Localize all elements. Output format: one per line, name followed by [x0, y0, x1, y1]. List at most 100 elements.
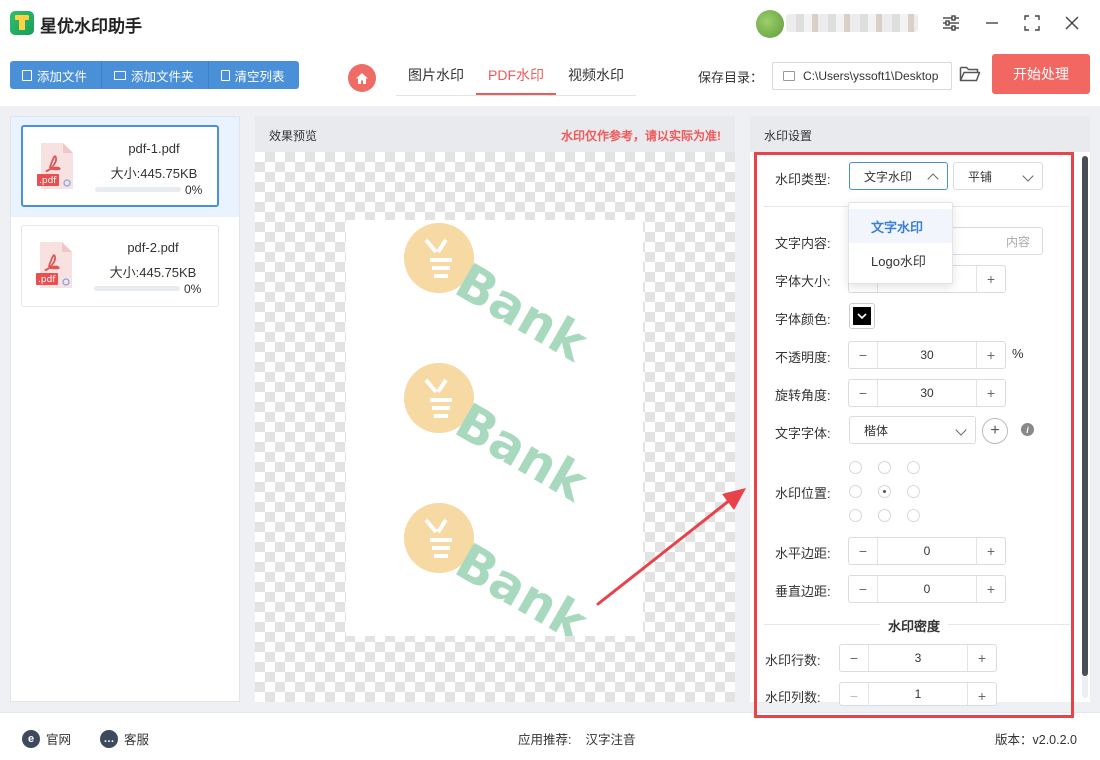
- increment-button[interactable]: +: [968, 683, 996, 705]
- add-file-button[interactable]: 添加文件: [10, 61, 103, 89]
- watermark-preview: Bank Bank Bank: [404, 223, 598, 636]
- username-blurred[interactable]: [786, 14, 918, 32]
- opacity-stepper[interactable]: − 30 +: [848, 341, 1006, 369]
- recommended-app-link[interactable]: 汉字注音: [585, 729, 635, 748]
- close-icon[interactable]: [1059, 10, 1085, 36]
- chevron-down-icon: [1022, 170, 1034, 182]
- preview-panel: 效果预览 水印仅作参考，请以实际为准! Bank Bank Bank: [255, 116, 735, 702]
- settings-scrollbar[interactable]: [1082, 156, 1088, 698]
- decrement-button[interactable]: −: [849, 538, 877, 564]
- rows-stepper[interactable]: − 3 +: [839, 644, 997, 672]
- increment-button[interactable]: +: [977, 380, 1005, 406]
- info-icon[interactable]: i: [1021, 423, 1034, 436]
- save-dir-field[interactable]: C:\Users\yssoft1\Desktop: [772, 62, 952, 90]
- clear-list-button[interactable]: 清空列表: [208, 61, 299, 89]
- file-list: .pdf pdf-1.pdf 大小:445.75KB 0% .pdf pdf-2…: [10, 116, 240, 702]
- position-option[interactable]: [907, 461, 920, 474]
- pdf-file-icon: .pdf: [37, 143, 73, 189]
- chevron-up-icon: [927, 173, 939, 185]
- chevron-down-icon: [955, 424, 967, 436]
- position-option[interactable]: [849, 461, 862, 474]
- font-color-label: 字体颜色:: [775, 312, 831, 327]
- file-name: pdf-1.pdf: [128, 141, 180, 156]
- app-title: 星优水印助手: [40, 17, 142, 36]
- increment-button[interactable]: +: [977, 266, 1005, 292]
- file-button-group: 添加文件 添加文件夹 清空列表: [10, 61, 299, 89]
- status-bar: e 官网 … 客服 应用推荐: 汉字注音 版本：v2.0.2.0: [0, 712, 1100, 760]
- opacity-unit: %: [1012, 346, 1024, 361]
- settings-title: 水印设置: [764, 129, 813, 143]
- rotation-stepper[interactable]: − 30 +: [848, 379, 1006, 407]
- position-option[interactable]: [849, 485, 862, 498]
- pdf-file-icon: .pdf: [36, 242, 72, 288]
- file-progress-text: 0%: [184, 282, 202, 296]
- home-icon: [356, 72, 368, 84]
- decrement-button[interactable]: −: [840, 683, 868, 705]
- watermark-text: Bank: [446, 392, 598, 513]
- folder-icon: [783, 71, 795, 81]
- position-option[interactable]: [878, 461, 891, 474]
- scroll-thumb[interactable]: [1082, 156, 1088, 676]
- title-bar: 星优水印助手: [0, 0, 1100, 46]
- watermark-position-label: 水印位置:: [775, 486, 831, 501]
- tab-video-watermark[interactable]: 视频水印: [556, 58, 636, 95]
- save-dir-value: C:\Users\yssoft1\Desktop: [803, 69, 939, 83]
- website-link[interactable]: e 官网: [22, 729, 71, 748]
- vertical-margin-label: 垂直边距:: [775, 584, 831, 599]
- add-folder-button[interactable]: 添加文件夹: [102, 61, 209, 89]
- chat-icon: …: [100, 729, 118, 748]
- start-process-button[interactable]: 开始处理: [992, 54, 1090, 94]
- decrement-button[interactable]: −: [849, 380, 877, 406]
- user-avatar[interactable]: [756, 10, 784, 38]
- watermark-type-select[interactable]: 文字水印: [849, 162, 948, 190]
- tab-pdf-watermark[interactable]: PDF水印: [476, 58, 556, 95]
- position-option[interactable]: [878, 485, 891, 498]
- settings-sliders-icon[interactable]: [938, 10, 964, 36]
- preview-canvas: Bank Bank Bank: [255, 152, 735, 702]
- add-font-button[interactable]: +: [982, 418, 1008, 444]
- font-family-label: 文字字体:: [775, 426, 831, 441]
- decrement-button[interactable]: −: [849, 576, 877, 602]
- position-option[interactable]: [907, 509, 920, 522]
- position-option[interactable]: [849, 509, 862, 522]
- option-logo-watermark[interactable]: Logo水印: [849, 243, 952, 277]
- minimize-icon[interactable]: [979, 10, 1005, 36]
- density-section-title: 水印密度: [880, 616, 949, 635]
- increment-button[interactable]: +: [977, 576, 1005, 602]
- rotation-label: 旋转角度:: [775, 388, 831, 403]
- file-item[interactable]: .pdf pdf-1.pdf 大小:445.75KB 0%: [21, 125, 219, 207]
- watermark-tabs: 图片水印 PDF水印 视频水印: [396, 58, 636, 96]
- preview-page: Bank Bank Bank: [346, 220, 643, 636]
- horizontal-margin-stepper[interactable]: − 0 +: [848, 537, 1006, 565]
- increment-button[interactable]: +: [977, 342, 1005, 368]
- trash-icon: [220, 69, 230, 81]
- font-color-picker[interactable]: [849, 303, 875, 329]
- decrement-button[interactable]: −: [840, 645, 868, 671]
- file-progress-bar: [94, 286, 180, 291]
- position-option[interactable]: [878, 509, 891, 522]
- folder-icon: [114, 70, 127, 80]
- maximize-icon[interactable]: [1019, 10, 1045, 36]
- file-size: 大小:445.75KB: [109, 265, 197, 280]
- position-option[interactable]: [907, 485, 920, 498]
- file-item[interactable]: .pdf pdf-2.pdf 大小:445.75KB 0%: [21, 225, 219, 307]
- text-content-label: 文字内容:: [775, 236, 831, 251]
- toolbar: 添加文件 添加文件夹 清空列表 图片水印 PDF水印 视频水印 保存目录： C:…: [0, 46, 1100, 106]
- add-folder-label: 添加文件夹: [131, 69, 194, 84]
- browse-folder-button[interactable]: [959, 64, 983, 88]
- decrement-button[interactable]: −: [849, 342, 877, 368]
- increment-button[interactable]: +: [968, 645, 996, 671]
- version-text: 版本：v2.0.2.0: [995, 733, 1077, 747]
- home-button[interactable]: [348, 64, 376, 92]
- increment-button[interactable]: +: [977, 538, 1005, 564]
- font-family-select[interactable]: 楷体: [849, 416, 976, 444]
- vertical-margin-stepper[interactable]: − 0 +: [848, 575, 1006, 603]
- opacity-label: 不透明度:: [775, 350, 831, 365]
- support-link[interactable]: … 客服: [100, 729, 149, 748]
- columns-stepper[interactable]: − 1 +: [839, 682, 997, 706]
- tab-image-watermark[interactable]: 图片水印: [396, 58, 476, 95]
- layout-mode-select[interactable]: 平铺: [953, 162, 1043, 190]
- watermark-text: Bank: [446, 532, 598, 636]
- globe-icon: e: [22, 729, 40, 748]
- option-text-watermark[interactable]: 文字水印: [849, 209, 952, 243]
